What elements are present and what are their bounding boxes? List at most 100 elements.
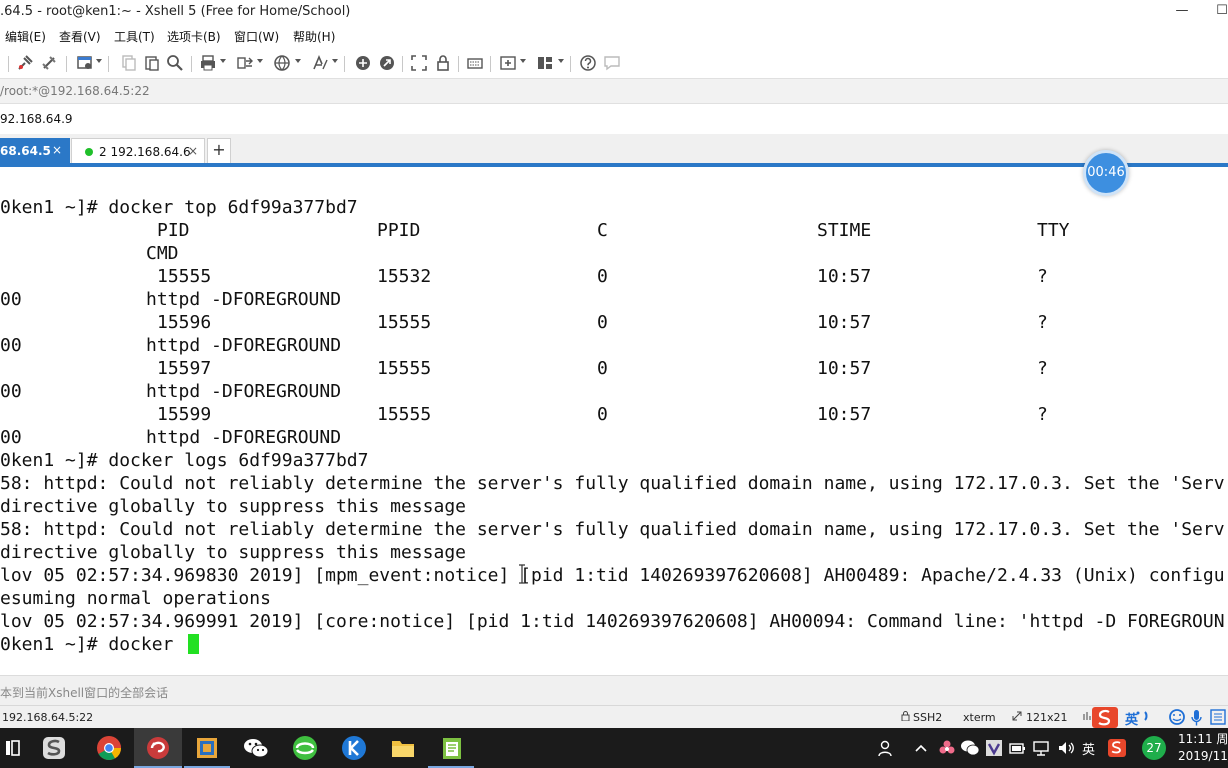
terminal-line: 58: httpd: Could not reliably determine … [0, 519, 1225, 540]
toolbar [0, 48, 1228, 78]
maximize-button[interactable]: ☐ [1202, 0, 1228, 24]
minimize-button[interactable]: — [1162, 0, 1202, 24]
keyboard-icon[interactable] [466, 54, 484, 72]
ime-language[interactable]: 英 [1125, 709, 1138, 728]
xftp-icon[interactable] [378, 54, 396, 72]
menu-edit[interactable]: 编辑(E) [5, 28, 46, 45]
tab-label: 68.64.5 [0, 144, 51, 158]
address-bar[interactable]: /root:*@192.168.64.5:22 [0, 78, 1228, 104]
title-bar: .64.5 - root@ken1:~ - Xshell 5 (Free for… [0, 0, 1228, 24]
chrome-icon[interactable] [95, 734, 123, 762]
terminal-cell: httpd -DFOREGROUND [146, 381, 342, 402]
toolbar-separator [66, 56, 67, 72]
vmware-icon[interactable] [193, 734, 221, 762]
menu-help[interactable]: 帮助(H) [293, 28, 335, 45]
menu-view[interactable]: 查看(V) [59, 28, 101, 45]
add-tab-icon[interactable] [499, 54, 517, 72]
terminal-cell: 15599 [157, 404, 212, 425]
notepad-icon[interactable] [438, 734, 466, 762]
chevron-down-icon[interactable] [558, 59, 564, 63]
print-icon[interactable] [199, 54, 217, 72]
people-icon[interactable] [876, 739, 894, 757]
task-view-icon[interactable] [0, 734, 20, 762]
battery-icon[interactable] [1008, 739, 1026, 757]
toolbar-separator [108, 56, 109, 72]
font-icon[interactable] [311, 54, 329, 72]
ime-toolbar[interactable] [1092, 707, 1228, 728]
terminal-cell: CMD [146, 243, 179, 264]
toolbar-separator [570, 56, 571, 72]
notification-badge[interactable]: 27 [1142, 736, 1166, 760]
terminal-line: directive globally to suppress this mess… [0, 542, 466, 563]
terminal-output[interactable]: 0ken1 ~]# docker top 6df99a377bd7 PID PPID… [0, 167, 1228, 675]
menu-tools[interactable]: 工具(T) [114, 28, 155, 45]
toolbar-separator [458, 56, 459, 72]
tab-session-1[interactable]: 68.64.5 × [0, 138, 70, 164]
wechat-tray-icon[interactable] [960, 739, 980, 757]
tray-expand-icon[interactable] [914, 739, 928, 757]
chevron-down-icon[interactable] [332, 59, 338, 63]
paste-icon[interactable] [143, 54, 161, 72]
clock-date: 2019/11/ [1178, 749, 1228, 763]
terminal-cell: 15597 [157, 358, 212, 379]
system-clock[interactable]: 11:11 周 2019/11/ [1178, 731, 1228, 765]
tray-language[interactable]: 英 [1082, 739, 1095, 758]
terminal-cursor [188, 634, 199, 654]
transfer-icon[interactable] [236, 54, 254, 72]
terminal-cell: ? [1037, 358, 1048, 379]
close-icon[interactable]: × [188, 144, 198, 158]
terminal-cell: 0 [597, 404, 608, 425]
clock-time: 11:11 周 [1178, 732, 1228, 746]
network-icon[interactable] [1032, 739, 1050, 757]
menu-window[interactable]: 窗口(W) [234, 28, 279, 45]
app-k-icon[interactable] [340, 734, 368, 762]
toolbar-separator [191, 56, 192, 72]
terminal-cell: 10:57 [817, 358, 872, 379]
file-explorer-icon[interactable] [389, 734, 417, 762]
find-icon[interactable] [166, 54, 184, 72]
script-icon[interactable] [354, 54, 372, 72]
help-icon[interactable] [579, 54, 597, 72]
chat-icon[interactable] [603, 54, 621, 72]
terminal-line: 0ken1 ~]# docker logs 6df99a377bd7 [0, 450, 369, 471]
terminal-line: esuming normal operations [0, 588, 271, 609]
reconnect-icon[interactable] [40, 54, 58, 72]
disconnect-icon[interactable] [16, 54, 34, 72]
compose-bar[interactable]: 本到当前Xshell窗口的全部会话 [0, 675, 1228, 705]
new-session-icon[interactable] [76, 54, 94, 72]
menu-tabs[interactable]: 选项卡(B) [167, 28, 221, 45]
flower-tray-icon[interactable] [938, 739, 956, 757]
recording-timer[interactable]: 00:46 [1083, 150, 1129, 196]
terminal-cell: 10:57 [817, 266, 872, 287]
terminal-cell: httpd -DFOREGROUND [146, 427, 342, 448]
chevron-down-icon[interactable] [220, 59, 226, 63]
xshell-icon[interactable] [144, 734, 172, 762]
layout-icon[interactable] [536, 54, 554, 72]
sogou-tray-icon[interactable] [1107, 738, 1127, 757]
close-icon[interactable]: × [52, 143, 62, 157]
chevron-down-icon[interactable] [295, 59, 301, 63]
wechat-icon[interactable] [242, 734, 270, 762]
tab-session-2[interactable]: 2 192.168.64.6 × [71, 138, 205, 164]
chevron-down-icon[interactable] [257, 59, 263, 63]
terminal-cell: ? [1037, 404, 1048, 425]
chevron-down-icon[interactable] [520, 59, 526, 63]
vm-tray-icon[interactable] [985, 739, 1003, 757]
caps-icon [1083, 711, 1091, 724]
app-s-icon[interactable] [40, 734, 68, 762]
terminal-cell: 0 [597, 266, 608, 287]
terminal-cell: ? [1037, 312, 1048, 333]
status-term: xterm [963, 711, 996, 724]
fullscreen-icon[interactable] [410, 54, 428, 72]
volume-icon[interactable] [1057, 739, 1075, 757]
lock-icon [901, 711, 910, 724]
link-item[interactable]: 92.168.64.9 [0, 112, 73, 126]
globe-icon[interactable] [273, 54, 291, 72]
new-tab-button[interactable]: + [207, 138, 231, 164]
terminal-cell: TTY [1037, 220, 1070, 241]
chevron-down-icon[interactable] [96, 59, 102, 63]
browser-360-icon[interactable] [291, 734, 319, 762]
status-size: 121x21 [1026, 711, 1068, 724]
copy-icon[interactable] [119, 54, 137, 72]
lock-icon[interactable] [434, 54, 452, 72]
